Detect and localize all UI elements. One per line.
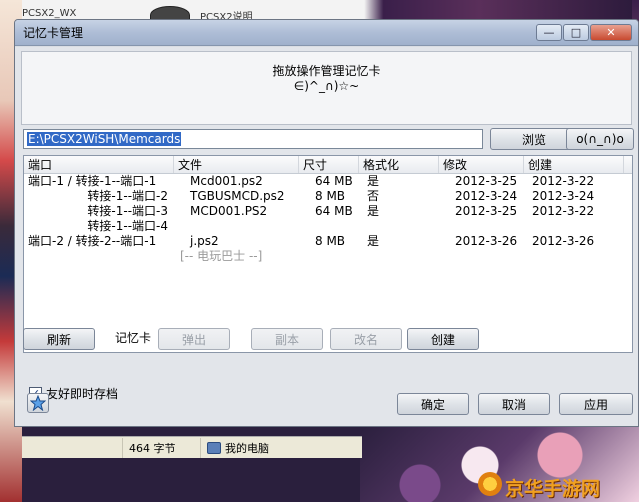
- watermark-logo-icon: [478, 472, 502, 496]
- memcard-path-input[interactable]: E:\PCSX2WiSH\Memcards: [23, 129, 483, 149]
- memcard-manager-window: 记忆卡管理 — □ ✕ 拖放操作管理记忆卡 ∈)^_∩)☆~ E:\PCSX2W…: [14, 19, 639, 427]
- statusbar-spacer: [22, 438, 122, 458]
- formatted-cell: 是: [367, 234, 380, 248]
- banner-line-1: 拖放操作管理记忆卡: [272, 64, 381, 78]
- table-row[interactable]: 端口-1 / 转接-1--端口-1 Mcd001.ps2 64 MB 是 2012-3-…: [24, 174, 632, 189]
- watermark-text: 京华手游网: [505, 478, 601, 500]
- size-cell: [299, 219, 359, 234]
- size-cell: [299, 249, 359, 264]
- size-cell: 64 MB: [315, 204, 353, 218]
- file-cell: TGBUSMCD.ps2: [190, 189, 285, 203]
- statusbar-computer: 我的电脑: [200, 437, 350, 458]
- modified-cell: [439, 219, 524, 234]
- file-cell: MCD001.PS2: [190, 204, 268, 218]
- desktop-icon-label-pcsx2wx[interactable]: PCSX2_WX: [22, 8, 76, 19]
- statusbar-computer-label: 我的电脑: [225, 441, 269, 455]
- table-row[interactable]: 转接-1--端口-2 TGBUSMCD.ps2 8 MB 否 2012-3-24 2012…: [24, 189, 632, 204]
- port-cell: [24, 249, 174, 264]
- close-button[interactable]: ✕: [590, 24, 632, 41]
- port-cell: 端口-1 / 转接-1--端口-1: [28, 174, 157, 188]
- explorer-statusbar: 464 字节 我的电脑: [22, 436, 362, 458]
- formatted-cell: 否: [367, 189, 380, 203]
- formatted-cell: 是: [367, 204, 380, 218]
- computer-icon: [207, 441, 221, 454]
- file-cell: j.ps2: [190, 234, 219, 248]
- maximize-button[interactable]: □: [563, 24, 589, 41]
- table-row[interactable]: 端口-2 / 转接-2--端口-1 j.ps2 8 MB 是 2012-3-26 2012…: [24, 234, 632, 249]
- modified-cell: 2012-3-26: [455, 234, 518, 248]
- formatted-cell: 是: [367, 174, 380, 188]
- create-button[interactable]: 创建: [407, 328, 479, 350]
- instruction-banner: 拖放操作管理记忆卡 ∈)^_∩)☆~: [21, 51, 632, 125]
- formatted-cell: [359, 219, 439, 234]
- face-button[interactable]: o(∩_∩)o: [566, 128, 634, 150]
- refresh-button[interactable]: 刷新: [23, 328, 95, 350]
- created-cell: 2012-3-26: [532, 234, 595, 248]
- memcard-list[interactable]: 端口 文件 尺寸 格式化 修改 创建 端口-1 / 转接-1--端口-1 Mcd0…: [23, 155, 633, 353]
- copy-button[interactable]: 副本: [251, 328, 323, 350]
- banner-line-2: ∈)^_∩)☆~: [293, 79, 360, 93]
- port-cell: 端口-2 / 转接-2--端口-1: [28, 234, 157, 248]
- modified-cell: 2012-3-24: [455, 189, 518, 203]
- star-button[interactable]: [27, 393, 49, 413]
- friendly-savestate-label: 友好即时存档: [46, 387, 119, 401]
- modified-cell: 2012-3-25: [455, 174, 518, 188]
- eject-button[interactable]: 弹出: [158, 328, 230, 350]
- window-body: 拖放操作管理记忆卡 ∈)^_∩)☆~ E:\PCSX2WiSH\Memcards…: [15, 47, 638, 426]
- column-header-size[interactable]: 尺寸: [299, 156, 359, 173]
- port-cell: 转接-1--端口-4: [87, 219, 168, 233]
- file-cell: Mcd001.ps2: [190, 174, 263, 188]
- table-row[interactable]: 转接-1--端口-3 MCD001.PS2 64 MB 是 2012-3-25 2012-…: [24, 204, 632, 219]
- modified-cell: 2012-3-25: [455, 204, 518, 218]
- cancel-button[interactable]: 取消: [478, 393, 550, 415]
- created-cell: [524, 249, 624, 264]
- star-icon: [30, 395, 46, 411]
- file-cell: [174, 219, 299, 234]
- column-header-modified[interactable]: 修改: [439, 156, 524, 173]
- column-header-port[interactable]: 端口: [24, 156, 174, 173]
- rename-button[interactable]: 改名: [330, 328, 402, 350]
- created-cell: [524, 219, 624, 234]
- path-selected-text: E:\PCSX2WiSH\Memcards: [27, 132, 182, 146]
- statusbar-size: 464 字节: [122, 437, 200, 458]
- formatted-cell: [359, 249, 439, 264]
- window-controls: — □ ✕: [536, 24, 632, 41]
- window-titlebar[interactable]: 记忆卡管理 — □ ✕: [15, 20, 638, 46]
- list-header: 端口 文件 尺寸 格式化 修改 创建: [24, 156, 632, 174]
- table-row[interactable]: [-- 电玩巴士 --]: [24, 249, 632, 264]
- size-cell: 8 MB: [315, 189, 346, 203]
- table-row[interactable]: 转接-1--端口-4: [24, 219, 632, 234]
- column-header-file[interactable]: 文件: [174, 156, 299, 173]
- size-cell: 8 MB: [315, 234, 346, 248]
- column-header-created[interactable]: 创建: [524, 156, 624, 173]
- created-cell: 2012-3-24: [532, 189, 595, 203]
- apply-button[interactable]: 应用: [559, 393, 633, 415]
- file-cell: [-- 电玩巴士 --]: [180, 249, 263, 263]
- list-rows: 端口-1 / 转接-1--端口-1 Mcd001.ps2 64 MB 是 2012-3-…: [24, 174, 632, 264]
- created-cell: 2012-3-22: [532, 174, 595, 188]
- modified-cell: [439, 249, 524, 264]
- port-cell: 转接-1--端口-2: [87, 189, 168, 203]
- column-header-formatted[interactable]: 格式化: [359, 156, 439, 173]
- ok-button[interactable]: 确定: [397, 393, 469, 415]
- window-title: 记忆卡管理: [23, 26, 84, 40]
- memcard-label: 记忆卡: [115, 331, 152, 345]
- size-cell: 64 MB: [315, 174, 353, 188]
- created-cell: 2012-3-22: [532, 204, 595, 218]
- port-cell: 转接-1--端口-3: [87, 204, 168, 218]
- minimize-button[interactable]: —: [536, 24, 562, 41]
- browse-button[interactable]: 浏览: [490, 128, 578, 150]
